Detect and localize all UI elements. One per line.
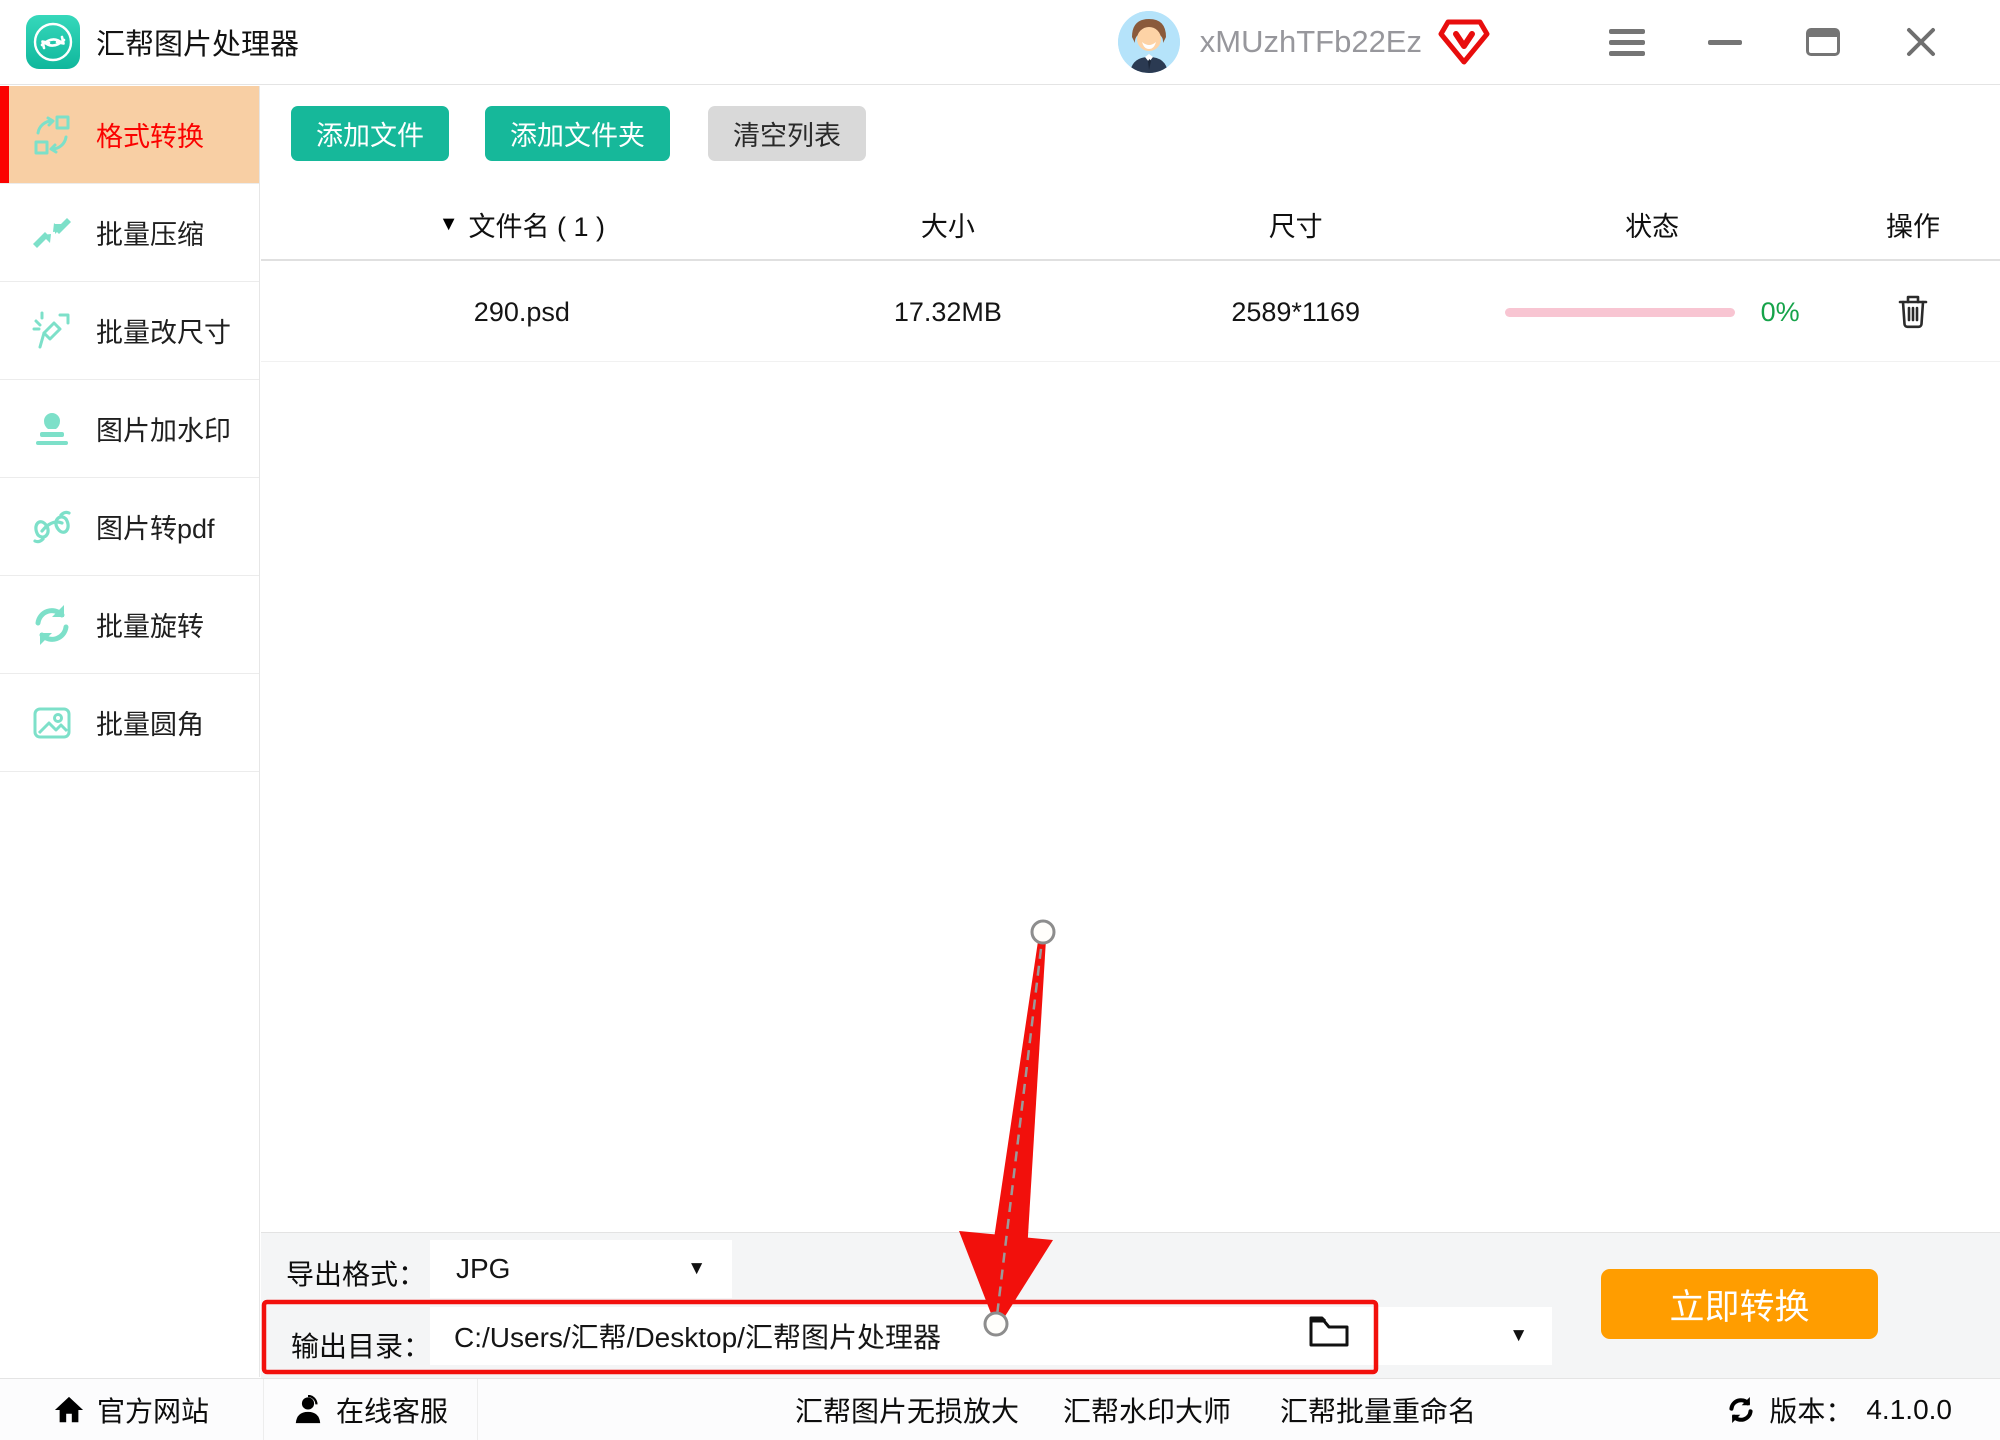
sidebar-item-label: 图片加水印 bbox=[96, 409, 231, 448]
version-info: 版本： 4.1.0.0 bbox=[1726, 1379, 1952, 1440]
format-convert-icon bbox=[30, 113, 74, 157]
delete-row-button[interactable] bbox=[1893, 289, 1933, 336]
hamburger-icon bbox=[1609, 29, 1645, 56]
column-header-label: 文件名 ( 1 ) bbox=[468, 205, 605, 244]
home-icon bbox=[54, 1395, 84, 1425]
sidebar-item-format-convert[interactable]: 格式转换 bbox=[0, 86, 259, 184]
add-file-button[interactable]: 添加文件 bbox=[291, 106, 449, 161]
menu-button[interactable] bbox=[1578, 12, 1676, 72]
swap-arrows-icon bbox=[31, 20, 75, 64]
official-site-link[interactable]: 官方网站 bbox=[0, 1379, 264, 1440]
link-batch-rename[interactable]: 汇帮批量重命名 bbox=[1280, 1379, 1476, 1440]
customer-service-icon bbox=[293, 1395, 323, 1425]
trash-icon bbox=[1897, 293, 1929, 329]
sidebar-item-add-watermark[interactable]: 图片加水印 bbox=[0, 380, 259, 478]
progress-bar bbox=[1505, 308, 1735, 317]
username: xMUzhTFb22Ez bbox=[1200, 24, 1422, 60]
cell-dimensions: 2589*1169 bbox=[1113, 297, 1478, 328]
convert-now-button[interactable]: 立即转换 bbox=[1601, 1269, 1878, 1339]
export-format-value: JPG bbox=[456, 1253, 510, 1285]
progress-percent: 0% bbox=[1761, 297, 1800, 328]
version-label: 版本： bbox=[1769, 1390, 1853, 1430]
link-label: 汇帮批量重命名 bbox=[1280, 1390, 1476, 1430]
avatar-image bbox=[1118, 11, 1180, 73]
link-lossless-enlarge[interactable]: 汇帮图片无损放大 bbox=[795, 1379, 1019, 1440]
column-header-dimensions: 尺寸 bbox=[1113, 205, 1478, 244]
link-label: 汇帮水印大师 bbox=[1063, 1390, 1231, 1430]
main-content: 添加文件 添加文件夹 清空列表 ▼ 文件名 ( 1 ) 大小 尺寸 状态 操作 … bbox=[261, 86, 2000, 1232]
folder-icon bbox=[1307, 1313, 1351, 1349]
cell-action bbox=[1826, 289, 2000, 336]
update-icon bbox=[1726, 1395, 1756, 1425]
sidebar-item-label: 图片转pdf bbox=[96, 507, 215, 546]
column-header-status: 状态 bbox=[1478, 205, 1826, 244]
export-panel: 导出格式： JPG ▼ 输出目录： C:/Users/汇帮/Desktop/汇帮… bbox=[261, 1232, 2000, 1378]
watermark-stamp-icon bbox=[30, 407, 74, 451]
output-dir-label: 输出目录： bbox=[291, 1325, 431, 1365]
statusbar: 官方网站 在线客服 汇帮图片无损放大 汇帮水印大师 汇帮批量重命名 版本： 4.1… bbox=[0, 1378, 2000, 1440]
chevron-down-icon: ▼ bbox=[1509, 1325, 1528, 1347]
browse-folder-button[interactable] bbox=[1307, 1313, 1351, 1352]
column-header-filename[interactable]: ▼ 文件名 ( 1 ) bbox=[261, 205, 783, 244]
maximize-button[interactable] bbox=[1774, 12, 1872, 72]
sidebar-item-batch-resize[interactable]: 批量改尺寸 bbox=[0, 282, 259, 380]
output-dir-select[interactable]: C:/Users/汇帮/Desktop/汇帮图片处理器 ▼ bbox=[430, 1307, 1552, 1365]
app-logo bbox=[26, 15, 80, 69]
export-format-label: 导出格式： bbox=[286, 1253, 426, 1293]
compress-icon bbox=[30, 211, 74, 255]
sidebar-item-image-to-pdf[interactable]: 图片转pdf bbox=[0, 478, 259, 576]
pdf-icon bbox=[30, 505, 74, 549]
cell-status: 0% bbox=[1478, 297, 1826, 328]
resize-wand-icon bbox=[30, 309, 74, 353]
avatar[interactable] bbox=[1118, 11, 1180, 73]
sidebar-item-batch-compress[interactable]: 批量压缩 bbox=[0, 184, 259, 282]
window-controls bbox=[1578, 12, 1970, 72]
cell-size: 17.32MB bbox=[783, 297, 1113, 328]
sidebar-item-batch-rotate[interactable]: 批量旋转 bbox=[0, 576, 259, 674]
table-row[interactable]: 290.psd 17.32MB 2589*1169 0% bbox=[261, 263, 2000, 362]
minimize-button[interactable] bbox=[1676, 12, 1774, 72]
add-folder-button[interactable]: 添加文件夹 bbox=[485, 106, 670, 161]
chevron-down-icon: ▼ bbox=[687, 1258, 706, 1280]
link-label: 汇帮图片无损放大 bbox=[795, 1390, 1019, 1430]
clear-list-button[interactable]: 清空列表 bbox=[708, 106, 866, 161]
sidebar-item-label: 批量旋转 bbox=[96, 605, 204, 644]
sidebar: 格式转换 批量压缩 批量改尺寸 bbox=[0, 86, 260, 1377]
close-icon bbox=[1903, 24, 1939, 60]
app-title: 汇帮图片处理器 bbox=[96, 21, 299, 63]
user-account[interactable]: xMUzhTFb22Ez bbox=[1118, 11, 1490, 73]
close-button[interactable] bbox=[1872, 12, 1970, 72]
minimize-icon bbox=[1708, 40, 1742, 45]
sidebar-item-label: 批量圆角 bbox=[96, 703, 204, 742]
rounded-image-icon bbox=[30, 701, 74, 745]
online-service-label: 在线客服 bbox=[336, 1390, 448, 1430]
export-format-select[interactable]: JPG ▼ bbox=[430, 1240, 732, 1298]
online-service-link[interactable]: 在线客服 bbox=[264, 1379, 478, 1440]
link-watermark-master[interactable]: 汇帮水印大师 bbox=[1063, 1379, 1231, 1440]
maximize-icon bbox=[1806, 28, 1840, 56]
table-header: ▼ 文件名 ( 1 ) 大小 尺寸 状态 操作 bbox=[261, 190, 2000, 261]
rotate-icon bbox=[30, 603, 74, 647]
sidebar-item-label: 格式转换 bbox=[96, 115, 204, 154]
sidebar-item-label: 批量压缩 bbox=[96, 213, 204, 252]
cell-filename: 290.psd bbox=[261, 297, 783, 328]
official-site-label: 官方网站 bbox=[97, 1390, 209, 1430]
sort-desc-icon[interactable]: ▼ bbox=[439, 213, 459, 236]
sidebar-item-batch-rounded-corner[interactable]: 批量圆角 bbox=[0, 674, 259, 772]
sidebar-item-label: 批量改尺寸 bbox=[96, 311, 231, 350]
version-value: 4.1.0.0 bbox=[1866, 1394, 1952, 1426]
column-header-size: 大小 bbox=[783, 205, 1113, 244]
vip-badge-icon[interactable] bbox=[1438, 18, 1490, 66]
titlebar: 汇帮图片处理器 xMUzhTFb22Ez bbox=[0, 0, 2000, 85]
column-header-action: 操作 bbox=[1826, 205, 2000, 244]
